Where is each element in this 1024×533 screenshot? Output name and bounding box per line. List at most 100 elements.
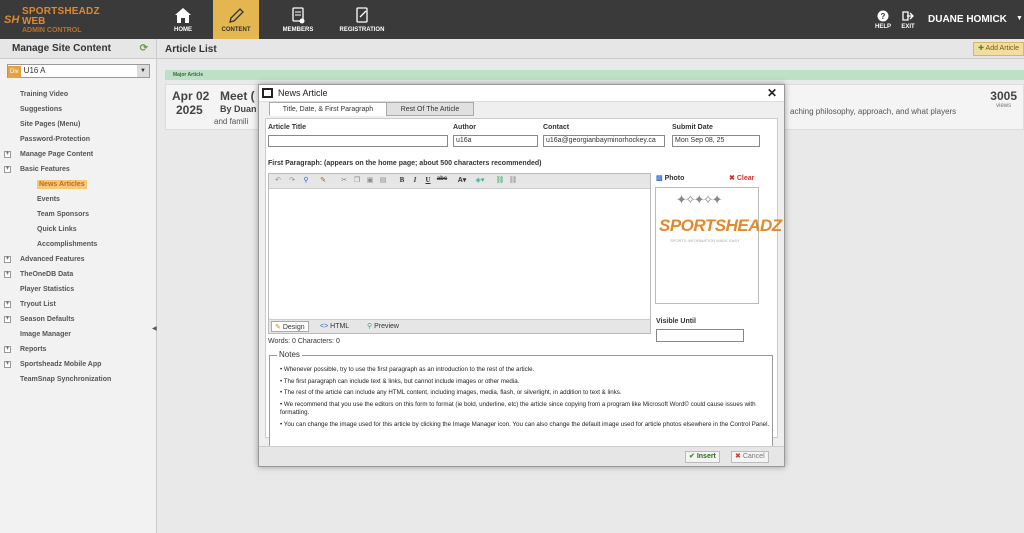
major-article-bar: Major Article bbox=[165, 70, 1024, 80]
sidebar-item-label: Manage Page Content bbox=[20, 151, 94, 158]
expand-icon[interactable]: + bbox=[4, 256, 11, 263]
team-select[interactable]: Div U16 A ▼ bbox=[7, 64, 150, 78]
author-input[interactable]: u16a bbox=[453, 135, 538, 147]
underline-icon[interactable]: U bbox=[423, 176, 433, 186]
close-icon[interactable]: ✕ bbox=[767, 86, 777, 100]
tab-rest-of-article[interactable]: Rest Of The Article bbox=[386, 102, 474, 116]
article-date-year: 2025 bbox=[176, 103, 203, 117]
sidebar-item-player-statistics[interactable]: Player Statistics bbox=[4, 282, 154, 297]
redo-icon[interactable]: ↷ bbox=[287, 176, 297, 186]
article-excerpt: aching philosophy, approach, and what pl… bbox=[790, 107, 957, 116]
bold-icon[interactable]: B bbox=[397, 176, 407, 186]
team-select-label: Div bbox=[8, 66, 21, 78]
visible-until-input[interactable] bbox=[656, 329, 744, 342]
chevron-down-icon[interactable]: ▼ bbox=[137, 65, 149, 77]
add-article-label: Add Article bbox=[985, 45, 1019, 52]
add-article-button[interactable]: ✚ Add Article bbox=[973, 42, 1024, 56]
highlight-color-icon[interactable]: ◈▾ bbox=[473, 176, 487, 186]
clear-icon: ✖ bbox=[729, 175, 735, 182]
sidebar-item-team-sponsors[interactable]: Team Sponsors bbox=[4, 207, 154, 222]
refresh-icon[interactable]: ⟳ bbox=[140, 39, 148, 59]
sidebar-item-theonedb-data[interactable]: + TheOneDB Data bbox=[4, 267, 154, 282]
sidebar-item-label: TeamSnap Synchronization bbox=[20, 376, 112, 383]
views-count: 3005 bbox=[990, 89, 1017, 103]
sidebar-item-label: Accomplishments bbox=[37, 241, 98, 248]
magnifier-icon: ⚲ bbox=[367, 323, 373, 330]
submit-date-input[interactable]: Mon Sep 08, 25 bbox=[672, 135, 760, 147]
image-manager-icon[interactable]: ▨ bbox=[656, 175, 663, 182]
window-icon bbox=[262, 88, 273, 98]
clear-photo-button[interactable]: ✖ Clear bbox=[729, 174, 754, 182]
tab-title-date-first-paragraph[interactable]: Title, Date, & First Paragraph bbox=[269, 102, 387, 116]
sidebar-item-quick-links[interactable]: Quick Links bbox=[4, 222, 154, 237]
expand-icon[interactable]: + bbox=[4, 166, 11, 173]
tab-label: Title, Date, & First Paragraph bbox=[282, 106, 374, 113]
format-brush-icon[interactable]: ✎ bbox=[318, 176, 328, 186]
user-name[interactable]: DUANE HOMICK bbox=[928, 14, 1007, 25]
design-mode-button[interactable]: ✎ Design bbox=[271, 321, 309, 332]
article-title[interactable]: Meet ( bbox=[220, 89, 255, 103]
sidebar-item-season-defaults[interactable]: + Season Defaults bbox=[4, 312, 154, 327]
sidebar-item-accomplishments[interactable]: Accomplishments bbox=[4, 237, 154, 252]
italic-icon[interactable]: I bbox=[410, 176, 420, 186]
find-icon[interactable]: ⚲ bbox=[301, 176, 311, 186]
user-menu-caret[interactable]: ▼ bbox=[1016, 15, 1023, 22]
expand-icon[interactable]: + bbox=[4, 346, 11, 353]
expand-icon[interactable]: + bbox=[4, 151, 11, 158]
sidebar-item-label: Events bbox=[37, 196, 60, 203]
help-button[interactable]: ? HELP bbox=[872, 0, 894, 39]
exit-icon bbox=[902, 11, 914, 21]
dialog-titlebar: News Article ✕ bbox=[259, 85, 784, 102]
expand-icon[interactable]: + bbox=[4, 316, 11, 323]
expand-icon[interactable]: + bbox=[4, 361, 11, 368]
expand-icon[interactable]: + bbox=[4, 301, 11, 308]
copy-icon[interactable]: ❐ bbox=[352, 176, 362, 186]
article-photo[interactable]: ✦✧✦✧✦ SPORTSHEADZ SPORTS INFORMATION MAD… bbox=[655, 187, 782, 304]
nav-members[interactable]: MEMBERS bbox=[275, 0, 321, 39]
sidebar-item-advanced-features[interactable]: + Advanced Features bbox=[4, 252, 154, 267]
strikethrough-icon[interactable]: abc bbox=[436, 176, 448, 186]
sidebar-item-tryout-list[interactable]: + Tryout List bbox=[4, 297, 154, 312]
sidebar-item-sportsheadz-mobile-app[interactable]: + Sportsheadz Mobile App bbox=[4, 357, 154, 372]
insert-button[interactable]: ✔ Insert bbox=[685, 451, 720, 463]
article-title-input[interactable] bbox=[268, 135, 448, 147]
sidebar-item-basic-features[interactable]: + Basic Features bbox=[4, 162, 154, 177]
cancel-button[interactable]: ✖ Cancel bbox=[731, 451, 769, 463]
cut-icon[interactable]: ✂ bbox=[339, 176, 349, 186]
link-icon[interactable]: ⛓ bbox=[495, 176, 505, 186]
sidebar-item-events[interactable]: Events bbox=[4, 192, 154, 207]
sidebar-item-password-protection[interactable]: Password-Protection bbox=[4, 132, 154, 147]
pencil-icon: ✎ bbox=[275, 324, 281, 331]
exit-button[interactable]: EXIT bbox=[897, 0, 919, 39]
paste-text-icon[interactable]: ▤ bbox=[378, 176, 388, 186]
first-paragraph-label: First Paragraph: (appears on the home pa… bbox=[268, 160, 542, 167]
sidebar-item-teamsnap-synchronization[interactable]: TeamSnap Synchronization bbox=[4, 372, 154, 387]
dialog-title: News Article bbox=[278, 88, 328, 98]
nav-registration[interactable]: REGISTRATION bbox=[333, 0, 391, 39]
clear-label: Clear bbox=[736, 175, 755, 182]
undo-icon[interactable]: ↶ bbox=[273, 176, 283, 186]
exit-label: EXIT bbox=[901, 24, 915, 30]
sidebar-item-news-articles[interactable]: News Articles bbox=[4, 177, 154, 192]
preview-mode-button[interactable]: ⚲ Preview bbox=[367, 321, 399, 332]
sidebar-item-image-manager[interactable]: Image Manager bbox=[4, 327, 154, 342]
sidebar-item-manage-page-content[interactable]: + Manage Page Content bbox=[4, 147, 154, 162]
sidebar-item-site-pages-menu[interactable]: Site Pages (Menu) bbox=[4, 117, 154, 132]
expand-icon[interactable]: + bbox=[4, 271, 11, 278]
article-byline: By Duan bbox=[220, 104, 257, 114]
sidebar-item-reports[interactable]: + Reports bbox=[4, 342, 154, 357]
font-color-icon[interactable]: A▾ bbox=[455, 176, 469, 186]
app-logo[interactable]: SH SPORTSHEADZ WEB ADMIN CONTROL bbox=[0, 0, 157, 39]
nav-content[interactable]: CONTENT bbox=[213, 0, 259, 39]
collapse-sidebar-handle[interactable]: ◀ bbox=[152, 325, 157, 332]
html-mode-button[interactable]: <> HTML bbox=[320, 321, 349, 332]
paste-icon[interactable]: ▣ bbox=[365, 176, 375, 186]
editor-content-area[interactable] bbox=[269, 190, 650, 320]
contact-input[interactable]: u16a@georgianbayminorhockey.ca bbox=[543, 135, 665, 147]
logo-line-3: ADMIN CONTROL bbox=[22, 27, 82, 34]
sidebar-item-suggestions[interactable]: Suggestions bbox=[4, 102, 154, 117]
nav-home[interactable]: HOME bbox=[163, 0, 203, 39]
sidebar-item-training-video[interactable]: Training Video bbox=[4, 87, 154, 102]
help-label: HELP bbox=[874, 24, 891, 30]
unlink-icon[interactable]: ⛓ bbox=[508, 176, 518, 186]
